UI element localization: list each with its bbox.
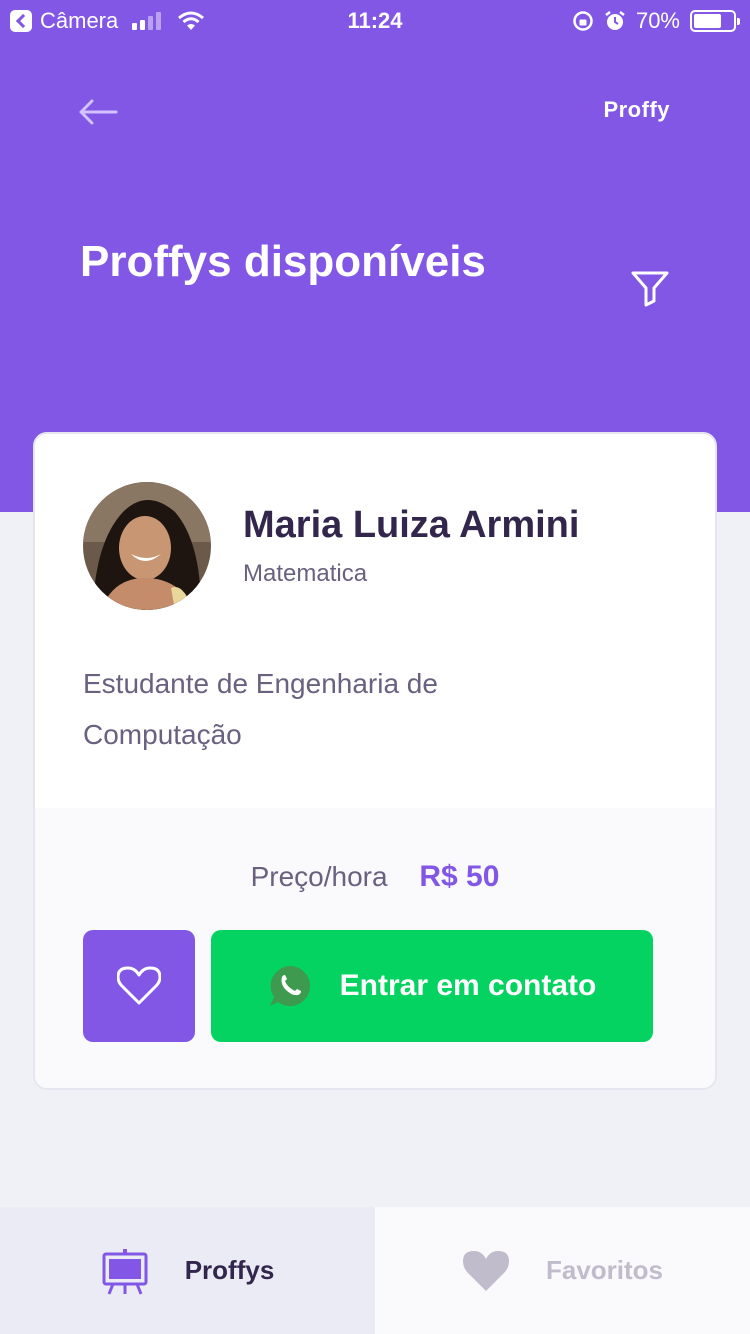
battery-icon: [690, 10, 740, 32]
contact-button-label: Entrar em contato: [339, 969, 597, 1002]
heart-icon: [462, 1250, 509, 1291]
tab-favoritos[interactable]: Favoritos: [375, 1207, 750, 1334]
price-value: R$ 50: [419, 860, 500, 893]
battery-percentage: 70%: [635, 8, 680, 33]
filter-icon[interactable]: [628, 266, 672, 310]
teacher-subject: Matematica: [243, 560, 368, 587]
heart-outline-icon: [117, 966, 161, 1005]
battery-fill: [694, 14, 721, 28]
page-title: Proffys disponíveis: [80, 237, 486, 286]
favorite-button[interactable]: [83, 930, 195, 1042]
tab-bar: Proffys Favoritos: [0, 1207, 750, 1334]
teacher-bio: Estudante de Engenharia de Computação: [83, 668, 438, 750]
easel-icon: [102, 1248, 148, 1295]
alarm-icon: [605, 11, 625, 30]
price-info: Preço/hora R$ 50: [35, 860, 715, 894]
teacher-card: Maria Luiza Armini Matematica Estudante …: [33, 432, 717, 1090]
card-footer: Preço/hora R$ 50 Entrar em contato: [35, 808, 715, 1088]
brand-logo: Proffy: [603, 97, 670, 122]
status-bar: Câmera 11:24 70%: [0, 0, 750, 40]
teacher-name: Maria Luiza Armini: [243, 504, 580, 546]
contact-button[interactable]: Entrar em contato: [211, 930, 653, 1042]
price-label: Preço/hora: [250, 861, 388, 892]
rotation-lock-icon: [573, 11, 593, 31]
avatar: [83, 482, 211, 610]
tab-favoritos-label: Favoritos: [545, 1255, 664, 1285]
tab-proffys-label: Proffys: [184, 1255, 275, 1285]
back-arrow-icon[interactable]: [78, 96, 118, 128]
tab-proffys[interactable]: Proffys: [0, 1207, 375, 1334]
whatsapp-icon: [269, 966, 310, 1006]
